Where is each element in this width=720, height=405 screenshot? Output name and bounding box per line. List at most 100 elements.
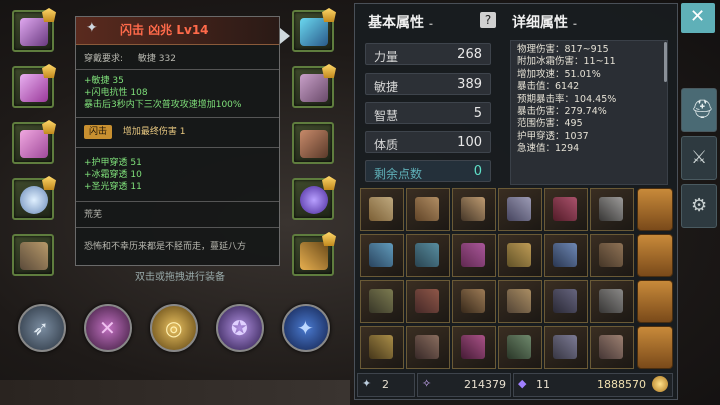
bag-slot[interactable]: [637, 280, 673, 323]
gem-icon: ◆: [518, 377, 527, 390]
inventory-cell[interactable]: [544, 234, 588, 277]
divider: [76, 117, 279, 118]
detail-line: 物理伤害：817~915: [517, 44, 609, 55]
currency-item-1: ✦ 2: [357, 373, 415, 397]
dash-icon: ‑: [428, 19, 434, 30]
skill-slot-5[interactable]: ✦: [282, 304, 330, 352]
inventory-grid: [360, 188, 673, 369]
swords-icon: ⚔: [691, 147, 708, 168]
gold-count: 1888570: [597, 378, 646, 391]
detail-attrs-list[interactable]: 物理伤害：817~915 附加冰霜伤害：11~11 增加攻速：51.01% 暴击…: [510, 40, 668, 185]
divider: [76, 147, 279, 148]
gold-coin-icon: [652, 376, 668, 392]
currency-count: 214379: [464, 378, 506, 391]
close-button[interactable]: ✕: [681, 3, 715, 33]
inventory-cell[interactable]: [360, 280, 404, 323]
inventory-cell[interactable]: [406, 280, 450, 323]
inventory-cell[interactable]: [360, 326, 404, 369]
stat-label: 体质: [374, 138, 399, 152]
crystal-icon: ✧: [422, 377, 432, 390]
detail-scrollbar[interactable]: [664, 42, 667, 82]
item-tooltip: ✦ 闪击 凶兆 Lv14 穿戴要求: 敏捷 332 +敏捷 35 +闪电抗性 1…: [75, 16, 280, 266]
currency-count: 11: [536, 378, 550, 391]
inventory-cell[interactable]: [498, 326, 542, 369]
stat-line: 暴击后3秒内下三次普攻攻速增加100%: [84, 100, 242, 110]
inventory-cell[interactable]: [498, 188, 542, 231]
tab-settings[interactable]: ⚙: [681, 184, 717, 228]
detail-attrs-title: 详细属性: [512, 15, 568, 31]
inventory-cell[interactable]: [590, 234, 634, 277]
requirement-label: 穿戴要求:: [84, 54, 124, 64]
inventory-cell[interactable]: [590, 326, 634, 369]
remaining-label: 剩余点数: [374, 167, 423, 181]
equip-slot-necklace[interactable]: [292, 8, 336, 52]
inventory-cell[interactable]: [590, 188, 634, 231]
inventory-cell[interactable]: [406, 234, 450, 277]
skill-row: 闪击 增加最终伤害 1: [84, 125, 185, 139]
skill-slot-4[interactable]: ✪: [216, 304, 264, 352]
bag-slot[interactable]: [637, 326, 673, 369]
inventory-cell[interactable]: [544, 188, 588, 231]
slash-icon: ✕: [99, 316, 116, 340]
equip-slot-weapon[interactable]: [12, 234, 54, 276]
background-floor: [0, 380, 350, 405]
equip-slot-boots[interactable]: [292, 122, 334, 164]
dash-icon: ‑: [572, 19, 578, 30]
basic-attrs-title: 基本属性: [368, 15, 424, 31]
bag-slot[interactable]: [637, 188, 673, 231]
inventory-cell[interactable]: [590, 280, 634, 323]
detail-line: 增加攻速：51.01%: [517, 68, 601, 80]
stat-line: +护甲穿透 51: [84, 158, 142, 168]
boot-icon: ✪: [231, 316, 248, 340]
stat-row-wisdom: 智慧 5: [365, 102, 491, 124]
skill-slot-3[interactable]: ◎: [150, 304, 198, 352]
inventory-cell[interactable]: [360, 188, 404, 231]
equip-slot-armor[interactable]: [12, 64, 56, 108]
detail-line: 预期暴击率：104.45%: [517, 93, 617, 105]
equip-slot-helmet[interactable]: [12, 8, 56, 52]
tab-weapons[interactable]: ⚔: [681, 136, 717, 180]
basic-attrs-header: 基本属性 ‑: [368, 12, 433, 32]
ring-icon: ◎: [165, 316, 183, 340]
equip-slot-offhand[interactable]: [292, 232, 336, 276]
inventory-cell[interactable]: [544, 326, 588, 369]
extra-stats: +护甲穿透 51 +冰霜穿透 10 +圣光穿透 11: [84, 157, 142, 193]
currency-bar: ✦ 2 ✧ 214379 ◆ 11 1888570: [355, 373, 675, 399]
stat-label: 敏捷: [374, 80, 399, 94]
flavor-text: 恐怖和不幸历来都是不胫而走，蔓延八方: [84, 242, 247, 252]
equip-slot-ring-right[interactable]: [292, 176, 336, 220]
runner-icon: ✦: [297, 316, 314, 340]
stat-line: +圣光穿透 11: [84, 182, 142, 192]
skill-slot-1[interactable]: ➶: [18, 304, 66, 352]
equip-slot-gloves[interactable]: [292, 64, 336, 108]
tooltip-title: 闪击 凶兆 Lv14: [120, 23, 209, 37]
question-icon[interactable]: ?: [480, 12, 496, 28]
currency-count: 2: [382, 378, 389, 391]
stat-label: 力量: [374, 50, 399, 64]
inventory-cell[interactable]: [544, 280, 588, 323]
inventory-cell[interactable]: [406, 188, 450, 231]
equip-slot-ring-left[interactable]: [12, 176, 56, 220]
helmet-icon: ⛑: [691, 99, 714, 120]
inventory-cell[interactable]: [498, 234, 542, 277]
stat-row-agility: 敏捷 389: [365, 73, 491, 95]
equip-hint: 双击或拖拽进行装备: [135, 272, 225, 283]
tab-equipment[interactable]: ⛑: [681, 88, 717, 132]
inventory-cell[interactable]: [360, 234, 404, 277]
blade-icon: ➶: [32, 316, 49, 340]
inventory-cell[interactable]: [452, 188, 496, 231]
inventory-cell[interactable]: [452, 280, 496, 323]
skill-slot-2[interactable]: ✕: [84, 304, 132, 352]
divider: [76, 227, 279, 228]
inventory-cell[interactable]: [406, 326, 450, 369]
bag-slot[interactable]: [637, 234, 673, 277]
inventory-cell[interactable]: [452, 234, 496, 277]
detail-line: 暴击伤害：279.74%: [517, 106, 607, 118]
equip-slot-pants[interactable]: [12, 120, 56, 164]
divider: [76, 69, 279, 70]
skill-effect: 增加最终伤害 1: [122, 127, 186, 137]
stat-value: 100: [457, 135, 482, 150]
inventory-cell[interactable]: [452, 326, 496, 369]
inventory-cell[interactable]: [498, 280, 542, 323]
flavor-title: 荒芜: [84, 210, 103, 220]
